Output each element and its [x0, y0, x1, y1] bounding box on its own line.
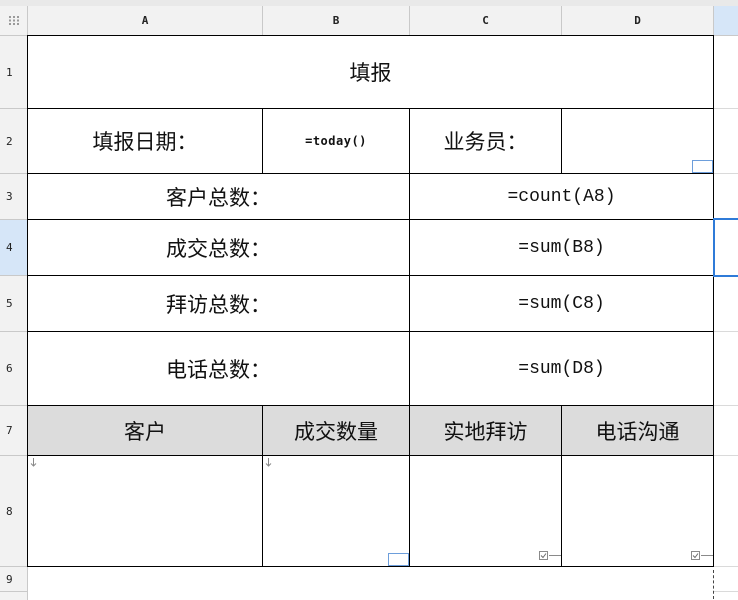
widget-indicator-icon: [388, 553, 409, 566]
empty-cell[interactable]: [714, 36, 738, 109]
table-header-visits[interactable]: 实地拜访: [409, 405, 562, 456]
summary-label: 电话总数：: [166, 357, 271, 382]
empty-cell[interactable]: [714, 406, 738, 456]
column-header-a[interactable]: A: [28, 6, 263, 36]
checkbox-widget-icon: [539, 551, 561, 560]
expand-down-icon: [30, 458, 37, 467]
row-header-3[interactable]: 3: [0, 174, 28, 220]
summary-formula: =count(A8): [507, 186, 616, 207]
expand-down-icon: [265, 458, 272, 467]
cell-d8-calls[interactable]: [561, 455, 714, 567]
cell-summary-formula-4[interactable]: =sum(D8): [409, 331, 714, 406]
row-header-10[interactable]: [0, 592, 28, 600]
row-header-5[interactable]: 5: [0, 276, 28, 332]
row-header-6[interactable]: 6: [0, 332, 28, 406]
table-header-label: 客户: [124, 419, 166, 444]
table-header-customer[interactable]: 客户: [27, 405, 263, 456]
cell-c2[interactable]: 业务员：: [409, 108, 562, 174]
select-all-corner[interactable]: [0, 6, 28, 36]
empty-cell[interactable]: [714, 567, 738, 592]
empty-cell[interactable]: [714, 456, 738, 567]
column-header-b[interactable]: B: [263, 6, 410, 36]
row-header-8[interactable]: 8: [0, 456, 28, 567]
empty-cell[interactable]: [714, 174, 738, 220]
table-header-label: 电话沟通: [595, 419, 680, 444]
cell-summary-formula-1[interactable]: =count(A8): [409, 173, 714, 220]
table-header-label: 实地拜访: [443, 419, 528, 444]
column-header-d[interactable]: D: [562, 6, 714, 36]
report-title: 填报: [349, 61, 392, 85]
checkbox-widget-icon: [691, 551, 713, 560]
cell-b2[interactable]: =today(): [262, 108, 410, 174]
row-header-4[interactable]: 4: [0, 220, 28, 276]
empty-cell[interactable]: [714, 276, 738, 332]
empty-cell[interactable]: [714, 332, 738, 406]
cell-summary-label-3[interactable]: 拜访总数：: [27, 275, 410, 332]
cell-a8-customer[interactable]: [27, 455, 263, 567]
cell-c8-visits[interactable]: [409, 455, 562, 567]
table-header-deals[interactable]: 成交数量: [262, 405, 410, 456]
cell-summary-formula-2[interactable]: =sum(B8): [409, 219, 714, 276]
cell-b8-deals[interactable]: [262, 455, 410, 567]
grip-icon: [8, 16, 19, 25]
table-header-calls[interactable]: 电话沟通: [561, 405, 714, 456]
summary-formula: =sum(C8): [518, 293, 605, 314]
column-header-c[interactable]: C: [410, 6, 562, 36]
row-9-cells[interactable]: [28, 567, 713, 592]
table-header-label: 成交数量: [294, 419, 378, 444]
summary-label: 客户总数：: [166, 185, 271, 210]
column-header-e[interactable]: [714, 6, 738, 36]
selected-cell[interactable]: [713, 218, 738, 277]
cell-summary-label-1[interactable]: 客户总数：: [27, 173, 410, 220]
summary-formula: =sum(D8): [518, 358, 605, 379]
summary-formula: =sum(B8): [518, 237, 605, 258]
row-header-1[interactable]: 1: [0, 36, 28, 109]
summary-label: 成交总数：: [166, 236, 271, 261]
cell-d2-salesperson-value[interactable]: [561, 108, 714, 174]
row-header-7[interactable]: 7: [0, 406, 28, 456]
row-header-9[interactable]: 9: [0, 567, 28, 592]
summary-label: 拜访总数：: [166, 292, 271, 317]
cell-title[interactable]: 填报: [27, 35, 714, 109]
empty-cell[interactable]: [714, 109, 738, 174]
page-break-line: [713, 570, 714, 599]
salesperson-label: 业务员：: [443, 130, 528, 154]
row-header-2[interactable]: 2: [0, 109, 28, 174]
date-label: 填报日期：: [92, 130, 198, 154]
cell-a2[interactable]: 填报日期：: [27, 108, 263, 174]
cell-summary-label-4[interactable]: 电话总数：: [27, 331, 410, 406]
cell-summary-formula-3[interactable]: =sum(C8): [409, 275, 714, 332]
widget-indicator-icon: [692, 160, 713, 173]
date-formula: =today(): [305, 134, 367, 148]
cell-summary-label-2[interactable]: 成交总数：: [27, 219, 410, 276]
